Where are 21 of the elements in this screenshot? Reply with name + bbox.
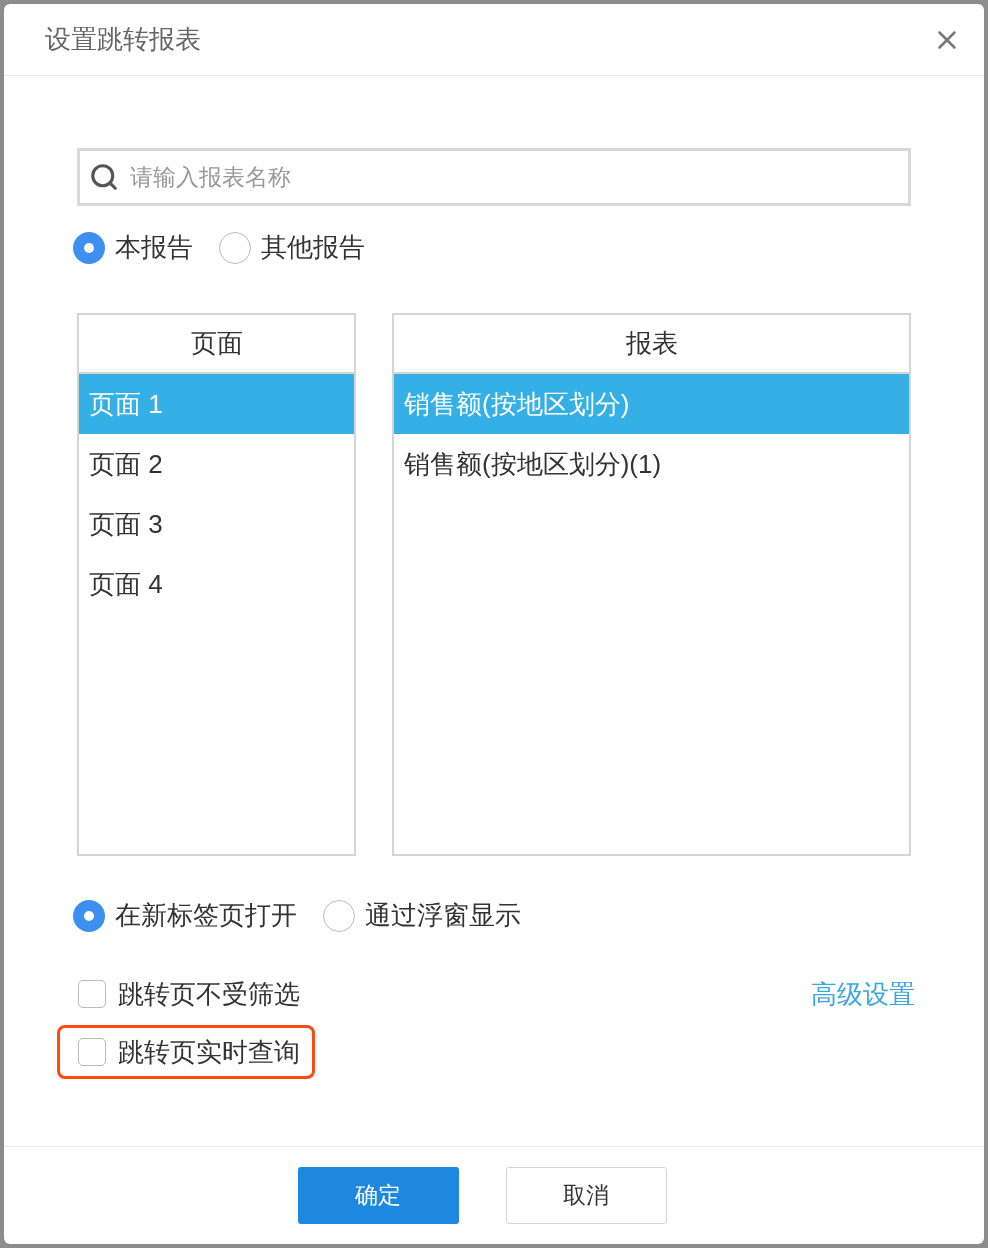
radio-button[interactable] — [323, 899, 355, 932]
list-item[interactable]: 销售额(按地区划分)(1) — [394, 434, 909, 494]
checkbox[interactable] — [78, 1038, 106, 1066]
radio-button[interactable] — [73, 899, 105, 932]
cancel-button[interactable]: 取消 — [505, 1167, 667, 1224]
checkbox[interactable] — [78, 980, 106, 1008]
list-item[interactable]: 页面 4 — [79, 554, 354, 614]
checkbox-label: 跳转页不受筛选 — [118, 977, 300, 1011]
radio-button[interactable] — [219, 231, 251, 264]
radio-label: 其他报告 — [261, 231, 365, 264]
confirm-button[interactable]: 确定 — [297, 1167, 459, 1224]
list-item[interactable]: 页面 2 — [79, 434, 354, 494]
checkbox-label: 跳转页实时查询 — [118, 1035, 300, 1069]
radio-label: 在新标签页打开 — [115, 899, 297, 932]
search-field[interactable]: 请输入报表名称 — [77, 148, 911, 206]
radio-label: 本报告 — [115, 231, 193, 264]
list-item[interactable]: 页面 3 — [79, 494, 354, 554]
radio-label: 通过浮窗显示 — [365, 899, 521, 932]
dialog-title: 设置跳转报表 — [45, 23, 201, 56]
search-icon — [89, 162, 119, 192]
radio-button[interactable] — [73, 231, 105, 264]
